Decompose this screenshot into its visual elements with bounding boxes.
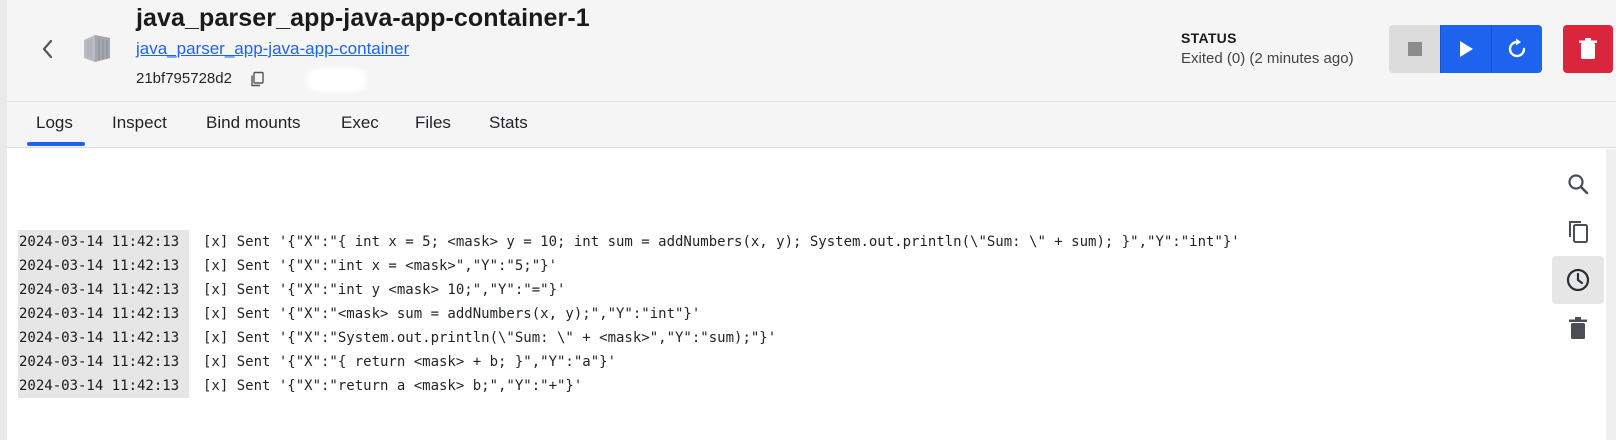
toggle-timestamps-button[interactable] — [1552, 256, 1604, 304]
log-timestamp: 2024-03-14 11:42:13 — [18, 374, 189, 398]
restart-button[interactable] — [1491, 25, 1542, 73]
log-message: [x] Sent '{"X":"int x = <mask>","Y":"5;"… — [203, 258, 558, 274]
search-logs-button[interactable] — [1552, 160, 1604, 208]
status-block: STATUS Exited (0) (2 minutes ago) — [1181, 30, 1354, 67]
active-tab-indicator — [27, 142, 85, 146]
container-header: java_parser_app-java-app-container-1 jav… — [7, 0, 1616, 102]
back-button[interactable] — [35, 34, 59, 64]
redacted-area — [307, 68, 367, 92]
tab-exec[interactable]: Exec — [341, 113, 379, 133]
log-timestamp: 2024-03-14 11:42:13 — [18, 278, 189, 302]
log-message: [x] Sent '{"X":"<mask> sum = addNumbers(… — [203, 306, 701, 322]
trash-icon — [1569, 317, 1587, 339]
log-line: 2024-03-14 11:42:13 [x] Sent '{"X":"retur… — [18, 374, 1240, 398]
copy-logs-button[interactable] — [1552, 208, 1604, 256]
log-timestamp: 2024-03-14 11:42:13 — [18, 326, 189, 350]
container-actions — [1389, 25, 1542, 73]
log-toolbar — [1552, 160, 1604, 360]
log-message: [x] Sent '{"X":"int y <mask> 10;","Y":"=… — [203, 282, 566, 298]
log-message: [x] Sent '{"X":"System.out.println(\"Sum… — [203, 330, 777, 346]
log-line: 2024-03-14 11:42:13 [x] Sent '{"X":"int y… — [18, 278, 1240, 302]
tab-stats[interactable]: Stats — [489, 113, 528, 133]
search-icon — [1568, 174, 1589, 195]
log-line: 2024-03-14 11:42:13 [x] Sent '{"X":"int x… — [18, 254, 1240, 278]
clock-icon — [1566, 268, 1590, 292]
log-line: 2024-03-14 11:42:13 [x] Sent '{"X":"<mask… — [18, 302, 1240, 326]
container-icon — [84, 35, 110, 62]
copy-icon[interactable] — [249, 71, 265, 87]
tab-logs[interactable]: Logs — [36, 113, 73, 133]
scrollbar-track[interactable] — [1606, 149, 1616, 440]
log-timestamp: 2024-03-14 11:42:13 — [18, 230, 189, 254]
log-line: 2024-03-14 11:42:13 [x] Sent '{"X":"Syste… — [18, 326, 1240, 350]
log-timestamp: 2024-03-14 11:42:13 — [18, 302, 189, 326]
start-button[interactable] — [1440, 25, 1491, 73]
stop-button[interactable] — [1389, 25, 1440, 73]
copy-icon — [1569, 221, 1588, 243]
play-icon — [1460, 41, 1473, 57]
image-link[interactable]: java_parser_app-java-app-container — [136, 39, 409, 59]
trash-icon — [1579, 38, 1597, 59]
container-id: 21bf795728d2 — [136, 70, 232, 87]
log-line: 2024-03-14 11:42:13 [x] Sent '{"X":"{ int… — [18, 230, 1240, 254]
status-value: Exited (0) (2 minutes ago) — [1181, 50, 1354, 67]
tab-inspect[interactable]: Inspect — [112, 113, 167, 133]
log-message: [x] Sent '{"X":"return a <mask> b;","Y":… — [203, 378, 583, 394]
tab-bar: Logs Inspect Bind mounts Exec Files Stat… — [7, 102, 1616, 148]
restart-icon — [1508, 38, 1526, 58]
log-viewer[interactable]: 2024-03-14 11:42:13 [x] Sent '{"X":"{ int… — [7, 149, 1552, 440]
log-timestamp: 2024-03-14 11:42:13 — [18, 350, 189, 374]
chevron-left-icon — [42, 39, 53, 59]
stop-icon — [1407, 42, 1422, 56]
log-timestamp: 2024-03-14 11:42:13 — [18, 254, 189, 278]
log-message: [x] Sent '{"X":"{ return <mask> + b; }",… — [203, 354, 617, 370]
log-message: [x] Sent '{"X":"{ int x = 5; <mask> y = … — [203, 234, 1240, 250]
status-label: STATUS — [1181, 30, 1237, 46]
container-name: java_parser_app-java-app-container-1 — [136, 4, 590, 32]
window-left-edge — [0, 0, 7, 440]
log-lines: 2024-03-14 11:42:13 [x] Sent '{"X":"{ int… — [18, 230, 1240, 398]
tab-bind-mounts[interactable]: Bind mounts — [206, 113, 301, 133]
log-line: 2024-03-14 11:42:13 [x] Sent '{"X":"{ ret… — [18, 350, 1240, 374]
delete-button[interactable] — [1563, 25, 1613, 73]
clear-logs-button[interactable] — [1552, 304, 1604, 352]
tab-files[interactable]: Files — [415, 113, 451, 133]
